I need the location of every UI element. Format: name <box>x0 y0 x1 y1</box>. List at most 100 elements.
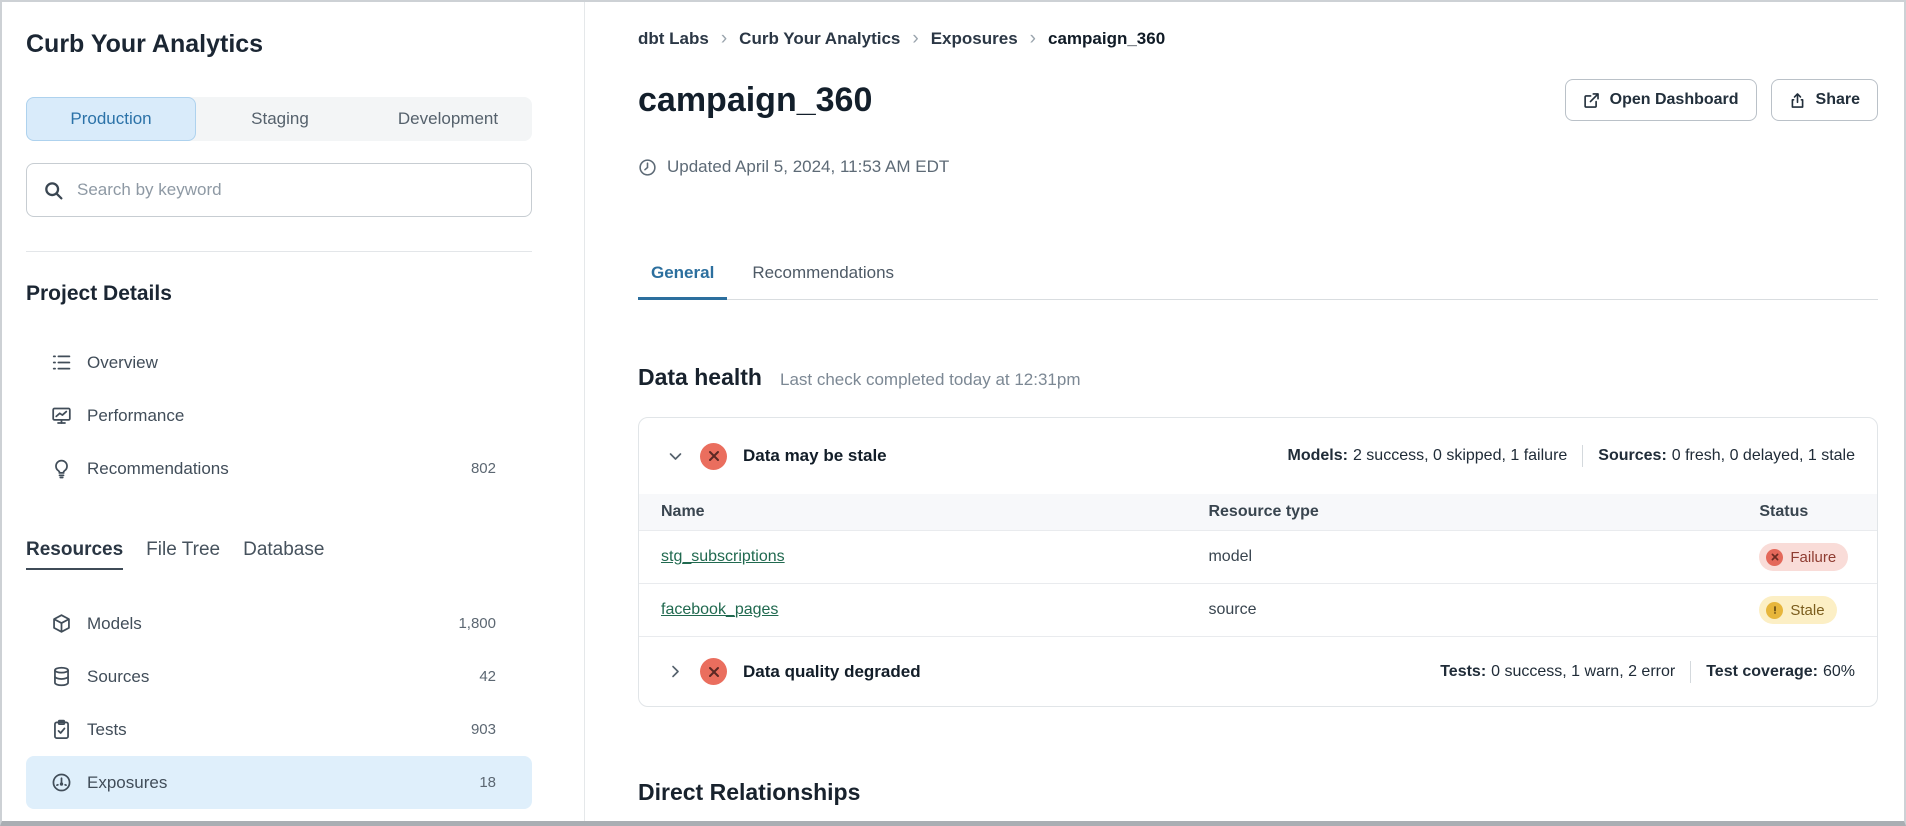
sidebar-item-label: Sources <box>87 667 479 687</box>
database-icon <box>51 666 72 687</box>
tab-general[interactable]: General <box>638 263 727 300</box>
resource-link[interactable]: facebook_pages <box>661 601 778 618</box>
coverage-stat-value: 60% <box>1823 663 1855 680</box>
error-status-icon <box>700 443 727 470</box>
quality-section-row[interactable]: Data quality degraded Tests:0 success, 1… <box>639 636 1877 706</box>
search-input[interactable] <box>77 180 515 200</box>
name-column-header: Name <box>639 494 1208 531</box>
resources-nav: Models 1,800 Sources 42 Tests 903 <box>26 597 532 809</box>
table-row: stg_subscriptions model Failure <box>639 531 1877 584</box>
search-icon <box>43 180 64 201</box>
breadcrumb-current: campaign_360 <box>1048 28 1165 49</box>
resource-type-cell: source <box>1208 584 1759 637</box>
chevron-separator-icon: › <box>1030 28 1036 49</box>
tab-database[interactable]: Database <box>243 539 324 570</box>
sidebar-item-label: Recommendations <box>87 459 471 479</box>
open-dashboard-label: Open Dashboard <box>1610 91 1739 109</box>
sidebar-item-sources[interactable]: Sources 42 <box>26 650 532 703</box>
resource-view-tabs: Resources File Tree Database <box>26 539 532 570</box>
environment-switcher: Production Staging Development <box>26 97 532 141</box>
error-status-icon <box>700 658 727 685</box>
resource-link[interactable]: stg_subscriptions <box>661 548 785 565</box>
quality-section-title: Data quality degraded <box>743 662 921 682</box>
sidebar-item-tests[interactable]: Tests 903 <box>26 703 532 756</box>
status-badge-label: Failure <box>1790 549 1836 566</box>
chevron-right-icon[interactable] <box>667 663 684 680</box>
resource-type-cell: model <box>1208 531 1759 584</box>
sidebar-item-performance[interactable]: Performance <box>26 389 532 442</box>
sources-stat: Sources: 0 fresh, 0 delayed, 1 stale <box>1598 447 1855 465</box>
clock-icon <box>638 158 657 177</box>
tab-recommendations[interactable]: Recommendations <box>739 263 907 300</box>
status-badge: Stale <box>1759 596 1836 624</box>
sidebar-item-label: Overview <box>87 353 496 373</box>
external-link-icon <box>1583 92 1600 109</box>
breadcrumb-dbt-labs[interactable]: dbt Labs <box>638 28 709 49</box>
coverage-stat: Test coverage: 60% <box>1706 663 1855 681</box>
breadcrumb-exposures[interactable]: Exposures <box>931 28 1018 49</box>
resource-type-column-header: Resource type <box>1208 494 1759 531</box>
sidebar-item-count: 42 <box>479 668 496 685</box>
last-check-text: Last check completed today at 12:31pm <box>780 370 1081 390</box>
project-details-nav: Overview Performance Recommendations 802 <box>26 336 532 495</box>
sidebar-item-label: Exposures <box>87 773 479 793</box>
stale-resources-table: Name Resource type Status stg_subscripti… <box>639 494 1877 636</box>
main-content: dbt Labs › Curb Your Analytics › Exposur… <box>585 2 1904 821</box>
project-details-heading: Project Details <box>26 282 532 306</box>
warning-badge-icon <box>1766 602 1783 619</box>
app-window: Curb Your Analytics Production Staging D… <box>0 0 1906 826</box>
error-badge-icon <box>1766 549 1783 566</box>
page-header: campaign_360 Open Dashboard Share <box>638 79 1878 121</box>
tab-resources[interactable]: Resources <box>26 539 123 570</box>
status-badge: Failure <box>1759 543 1848 571</box>
stale-section-row[interactable]: Data may be stale Models:2 success, 0 sk… <box>639 418 1877 494</box>
env-tab-production[interactable]: Production <box>26 97 196 141</box>
chevron-separator-icon: › <box>721 28 727 49</box>
chevron-down-icon[interactable] <box>667 448 684 465</box>
sidebar-item-count: 18 <box>479 774 496 791</box>
data-health-card: Data may be stale Models:2 success, 0 sk… <box>638 417 1878 707</box>
share-label: Share <box>1816 91 1860 109</box>
header-actions: Open Dashboard Share <box>1565 79 1878 121</box>
tests-stat: Tests:0 success, 1 warn, 2 error <box>1440 663 1675 681</box>
gauge-icon <box>51 772 72 793</box>
sidebar-item-label: Performance <box>87 406 496 426</box>
stat-divider <box>1690 661 1691 683</box>
share-button[interactable]: Share <box>1771 79 1878 121</box>
chevron-separator-icon: › <box>912 28 918 49</box>
data-health-header: Data health Last check completed today a… <box>638 364 1878 391</box>
sidebar-item-overview[interactable]: Overview <box>26 336 532 389</box>
performance-chart-icon <box>51 405 72 426</box>
updated-text: Updated April 5, 2024, 11:53 AM EDT <box>667 157 949 177</box>
sources-stat-value: 0 fresh, 0 delayed, 1 stale <box>1672 447 1855 464</box>
project-title: Curb Your Analytics <box>26 28 532 60</box>
env-tab-development[interactable]: Development <box>364 97 532 141</box>
status-badge-label: Stale <box>1790 602 1824 619</box>
direct-relationships-heading: Direct Relationships <box>638 779 1878 806</box>
share-icon <box>1789 92 1806 109</box>
cube-icon <box>51 613 72 634</box>
page-tabs: General Recommendations <box>638 263 1878 300</box>
tab-file-tree[interactable]: File Tree <box>146 539 220 570</box>
breadcrumb-project[interactable]: Curb Your Analytics <box>739 28 900 49</box>
sidebar-divider <box>26 251 532 252</box>
sources-stat-label: Sources: <box>1598 447 1666 464</box>
sidebar-item-recommendations[interactable]: Recommendations 802 <box>26 442 532 495</box>
sidebar: Curb Your Analytics Production Staging D… <box>2 2 585 821</box>
lightbulb-icon <box>51 458 72 479</box>
page-title: campaign_360 <box>638 79 872 121</box>
stat-divider <box>1582 445 1583 467</box>
sidebar-item-models[interactable]: Models 1,800 <box>26 597 532 650</box>
env-tab-staging[interactable]: Staging <box>196 97 364 141</box>
open-dashboard-button[interactable]: Open Dashboard <box>1565 79 1757 121</box>
stale-section-title: Data may be stale <box>743 446 887 466</box>
sidebar-search[interactable] <box>26 163 532 217</box>
tests-stat-value: 0 success, 1 warn, 2 error <box>1491 663 1675 680</box>
coverage-stat-label: Test coverage: <box>1706 663 1818 680</box>
table-row: facebook_pages source Stale <box>639 584 1877 637</box>
sidebar-item-count: 802 <box>471 460 496 477</box>
sidebar-item-exposures[interactable]: Exposures 18 <box>26 756 532 809</box>
list-icon <box>51 352 72 373</box>
sidebar-item-label: Models <box>87 614 458 634</box>
models-stat-label: Models: <box>1288 447 1348 464</box>
